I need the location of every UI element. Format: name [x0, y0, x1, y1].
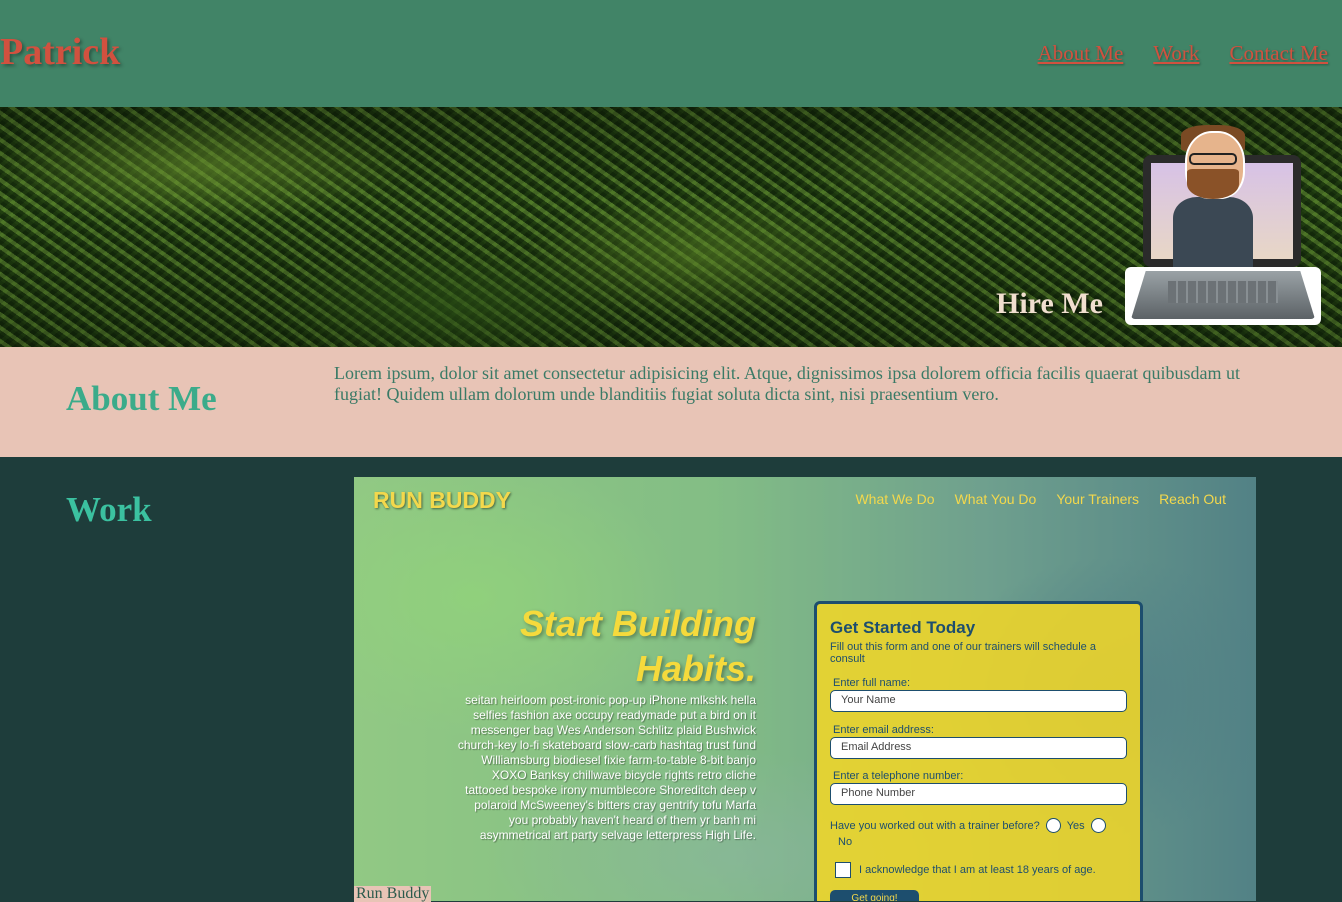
hire-me-link[interactable]: Hire Me — [996, 287, 1103, 321]
name-label: Enter full name: — [833, 677, 911, 689]
site-brand[interactable]: Patrick — [0, 30, 120, 74]
run-buddy-logo: RUN BUDDY — [373, 487, 511, 513]
radio-no — [1090, 818, 1106, 833]
yes-label: Yes — [1066, 819, 1085, 832]
radio-yes — [1045, 818, 1061, 833]
trainer-question: Have you worked out with a trainer befor… — [830, 819, 1040, 832]
run-buddy-copy: seitan heirloom post-ironic pop-up iPhon… — [457, 693, 756, 842]
site-header: Patrick About Me Work Contact Me — [0, 0, 1342, 107]
form-title: Get Started Today — [830, 618, 976, 637]
ack-checkbox — [835, 862, 851, 878]
email-field: Email Address — [830, 737, 1127, 759]
about-heading: About Me — [66, 379, 217, 418]
project-card-run-buddy[interactable]: RUN BUDDY What We Do What You Do Your Tr… — [354, 477, 1256, 901]
nav-link-work[interactable]: Work — [1153, 41, 1199, 66]
phone-label: Enter a telephone number: — [833, 770, 964, 782]
ack-label: I acknowledge that I am at least 18 year… — [859, 864, 1096, 876]
rb-nav-trainers: Your Trainers — [1056, 491, 1140, 507]
rb-nav-what-we-do: What We Do — [855, 491, 935, 507]
run-buddy-form: Get Started Today Fill out this form and… — [814, 601, 1143, 901]
avatar-body — [1173, 197, 1253, 267]
ack-row: I acknowledge that I am at least 18 year… — [835, 862, 1096, 878]
avatar-laptop-image — [1123, 125, 1323, 327]
name-field: Your Name — [830, 690, 1127, 712]
phone-field: Phone Number — [830, 783, 1127, 805]
avatar-glasses — [1189, 153, 1237, 165]
run-buddy-nav: What We Do What You Do Your Trainers Rea… — [855, 491, 1226, 507]
project-caption[interactable]: Run Buddy — [354, 886, 432, 902]
nav-link-about[interactable]: About Me — [1038, 41, 1124, 66]
rb-nav-reach-out: Reach Out — [1159, 491, 1226, 507]
work-heading: Work — [66, 490, 152, 529]
no-label: No — [838, 836, 853, 848]
about-text: Lorem ipsum, dolor sit amet consectetur … — [334, 363, 1240, 404]
nav-link-contact[interactable]: Contact Me — [1229, 41, 1328, 66]
run-buddy-headline: Start Building Habits. — [464, 601, 756, 691]
form-subtitle: Fill out this form and one of our traine… — [830, 641, 1096, 665]
headline-line-2: Habits. — [635, 648, 756, 689]
submit-button: Get going! — [830, 890, 919, 901]
hero-banner: Hire Me — [0, 107, 1342, 347]
rb-nav-what-you-do: What You Do — [954, 491, 1037, 507]
main-nav: About Me Work Contact Me — [1038, 41, 1328, 66]
headline-line-1: Start Building — [520, 603, 756, 644]
email-label: Enter email address: — [833, 724, 934, 736]
about-section: About Me Lorem ipsum, dolor sit amet con… — [0, 347, 1342, 457]
trainer-question-row: Have you worked out with a trainer befor… — [830, 818, 1106, 833]
avatar-beard — [1187, 169, 1239, 199]
laptop-base — [1125, 267, 1321, 325]
